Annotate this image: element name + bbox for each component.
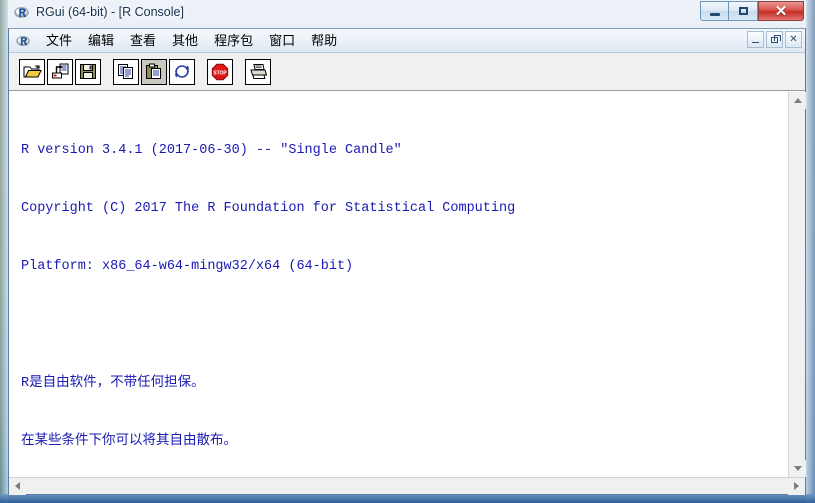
load-workspace-button[interactable]: [47, 58, 73, 85]
menu-bar: 文件 编辑 查看 其他 程序包 窗口 帮助 ✕: [9, 29, 805, 53]
mdi-close-icon: ✕: [789, 34, 798, 45]
vertical-scrollbar[interactable]: [788, 92, 806, 477]
r-logo-icon: [14, 5, 29, 20]
console-line: Copyright (C) 2017 The R Foundation for …: [21, 201, 516, 217]
scroll-down-button[interactable]: [789, 460, 806, 477]
window-frame-right: [806, 0, 815, 503]
menu-item-packages[interactable]: 程序包: [207, 31, 260, 51]
menu-item-misc[interactable]: 其他: [165, 31, 205, 51]
maximize-icon: [738, 7, 748, 15]
save-workspace-button[interactable]: [75, 58, 101, 85]
save-icon: [79, 63, 97, 80]
menu-item-view[interactable]: 查看: [123, 31, 163, 51]
scroll-up-button[interactable]: [789, 92, 806, 109]
print-icon: [249, 63, 268, 80]
menu-item-windows[interactable]: 窗口: [262, 31, 302, 51]
copy-paste-icon: [173, 63, 191, 80]
load-workspace-icon: [51, 63, 70, 80]
menu-item-help[interactable]: 帮助: [304, 31, 344, 51]
copy-icon: [117, 63, 135, 80]
menu-item-edit[interactable]: 编辑: [81, 31, 121, 51]
scroll-right-button[interactable]: [788, 477, 805, 495]
copy-paste-button[interactable]: [169, 58, 195, 85]
console-line: R是自由软件，不带任何担保。: [21, 375, 205, 391]
paste-icon: [145, 63, 163, 80]
mdi-minimize-button[interactable]: [747, 31, 764, 48]
r-console-output[interactable]: R version 3.4.1 (2017-06-30) -- "Single …: [9, 92, 788, 477]
stop-button[interactable]: STOP: [207, 58, 233, 85]
minimize-icon: [709, 12, 720, 16]
chevron-down-icon: [793, 466, 802, 471]
mdi-close-button[interactable]: ✕: [785, 31, 802, 48]
window-frame-bottom: [0, 494, 815, 503]
menu-r-logo-icon: [16, 34, 30, 48]
menu-item-file[interactable]: 文件: [39, 31, 79, 51]
mdi-client-area: 文件 编辑 查看 其他 程序包 窗口 帮助 ✕ STOP R version 3…: [8, 28, 806, 495]
rgui-application-window: RGui (64-bit) - [R Console] ✕ 文件 编辑 查看 其…: [0, 0, 815, 503]
window-title: RGui (64-bit) - [R Console]: [36, 5, 184, 19]
console-line: 在某些条件下你可以将其自由散布。: [21, 433, 237, 449]
title-bar-left-group: RGui (64-bit) - [R Console]: [14, 4, 184, 20]
svg-text:STOP: STOP: [213, 70, 227, 76]
toolbar: STOP: [9, 53, 805, 91]
console-wrapper: R version 3.4.1 (2017-06-30) -- "Single …: [9, 91, 806, 477]
paste-button[interactable]: [141, 58, 167, 85]
close-icon: ✕: [774, 2, 788, 20]
window-frame-left: [0, 0, 8, 503]
chevron-left-icon: [15, 482, 20, 490]
console-line: Platform: x86_64-w64-mingw32/x64 (64-bit…: [21, 259, 354, 275]
open-folder-icon: [23, 63, 42, 80]
copy-button[interactable]: [113, 58, 139, 85]
mdi-restore-icon: [771, 34, 781, 43]
minimize-button[interactable]: [700, 1, 729, 21]
open-folder-button[interactable]: [19, 58, 45, 85]
print-button[interactable]: [245, 58, 271, 85]
scroll-left-button[interactable]: [9, 477, 26, 495]
chevron-up-icon: [793, 98, 802, 103]
horizontal-scrollbar[interactable]: [9, 477, 805, 495]
maximize-button[interactable]: [729, 1, 758, 21]
window-controls: ✕: [700, 1, 804, 22]
title-bar[interactable]: RGui (64-bit) - [R Console] ✕: [8, 0, 806, 28]
close-button[interactable]: ✕: [758, 1, 804, 21]
chevron-right-icon: [794, 482, 799, 490]
stop-icon: STOP: [211, 63, 229, 81]
console-line: R version 3.4.1 (2017-06-30) -- "Single …: [21, 142, 402, 158]
mdi-minimize-icon: [752, 42, 759, 43]
mdi-restore-button[interactable]: [766, 31, 783, 48]
mdi-window-controls: ✕: [747, 31, 802, 48]
